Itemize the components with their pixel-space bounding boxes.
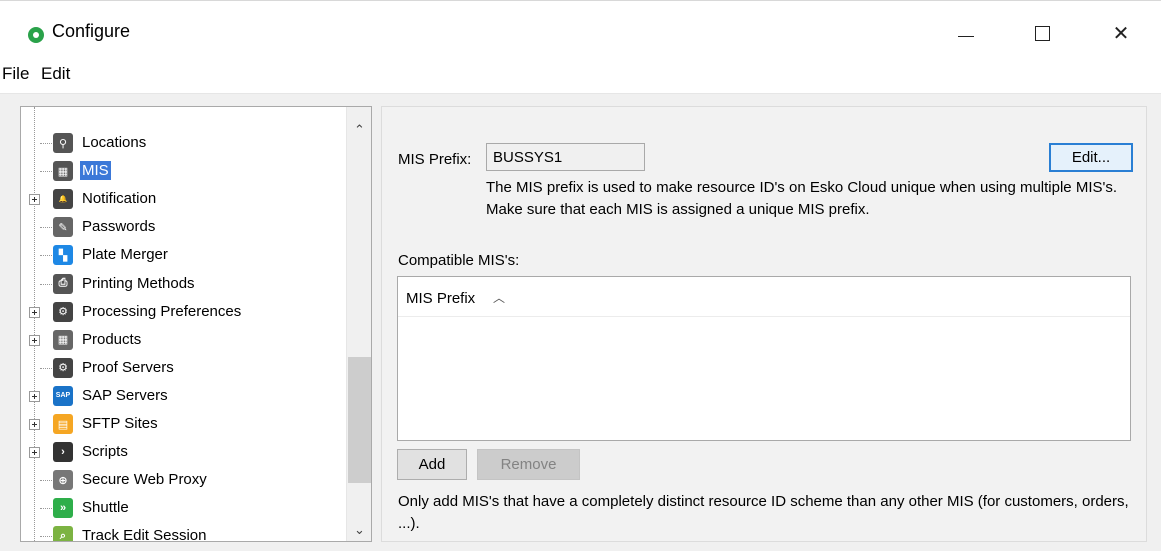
scroll-up-icon[interactable]: ⌃ (347, 117, 371, 143)
tree-connector (40, 171, 52, 173)
tree-item-notification[interactable]: 🔔 Notification (21, 186, 341, 212)
config-tree[interactable]: ⚲ Locations ▦ MIS 🔔 Notification ✎ Passwords ▚ Pl… (20, 106, 372, 542)
tree-item-label: Shuttle (82, 499, 129, 517)
app-icon (28, 27, 44, 43)
expand-icon[interactable] (29, 447, 40, 459)
sap-icon: SAP (53, 385, 73, 406)
tree-item-sap-servers[interactable]: SAP SAP Servers (21, 383, 341, 409)
mis-prefix-label: MIS Prefix: (398, 151, 472, 168)
tree-item-label: Secure Web Proxy (82, 471, 207, 489)
mis-settings-panel: MIS Prefix: Edit... The MIS prefix is us… (381, 106, 1147, 542)
tree-item-processing-preferences[interactable]: ⚙ Processing Preferences (21, 299, 341, 325)
tree-item-secure-web-proxy[interactable]: ⊕ Secure Web Proxy (21, 467, 341, 493)
tree-item-products[interactable]: ▦ Products (21, 327, 341, 353)
tree-item-plate-merger[interactable]: ▚ Plate Merger (21, 242, 341, 268)
tree-connector (40, 367, 52, 369)
tree-item-passwords[interactable]: ✎ Passwords (21, 214, 341, 240)
expand-icon[interactable] (29, 390, 40, 402)
tree-connector (40, 143, 52, 144)
mis-prefix-help-text: The MIS prefix is used to make resource … (486, 179, 1118, 218)
tree-item-locations[interactable]: ⚲ Locations (21, 130, 341, 156)
sort-ascending-icon: ︿ (493, 291, 506, 305)
scroll-thumb[interactable] (348, 357, 371, 483)
add-button[interactable]: Add (397, 449, 467, 480)
expand-icon[interactable] (29, 419, 40, 430)
distinct-scheme-note: Only add MIS's that have a completely di… (398, 493, 1129, 532)
tree-item-label: Processing Preferences (82, 302, 242, 320)
tree-connector (40, 480, 52, 482)
compatible-mis-list[interactable]: MIS Prefix ︿ (397, 276, 1131, 441)
tree-item-sftp-sites[interactable]: ▤ SFTP Sites (21, 411, 341, 437)
content-area: ⚲ Locations ▦ MIS 🔔 Notification ✎ Passwords ▚ Pl… (0, 94, 1161, 551)
tree-item-label: Proof Servers (82, 358, 174, 376)
tree-connector (40, 536, 52, 538)
search-icon: ⌕ (53, 526, 73, 541)
grid-icon: ▦ (53, 329, 73, 350)
bell-icon: 🔔 (53, 189, 73, 210)
scroll-down-icon[interactable]: ⌄ (347, 517, 371, 541)
mis-icon: ▦ (53, 161, 73, 182)
tree-scrollbar[interactable]: ⌃ ⌄ (346, 107, 371, 541)
title-bar: Configure ✕ (0, 0, 1161, 58)
tree-item-mis[interactable]: ▦ MIS (21, 158, 341, 184)
tree-item-label: Passwords (82, 218, 156, 236)
tree-item-printing-methods[interactable]: ⎙ Printing Methods (21, 271, 341, 297)
printer-icon: ⎙ (53, 273, 73, 294)
tree-connector (40, 255, 52, 257)
menu-edit[interactable]: Edit (41, 64, 70, 84)
menu-bar: File Edit (0, 58, 1161, 94)
location-icon: ⚲ (53, 133, 73, 153)
close-icon: ✕ (1112, 22, 1130, 45)
tree-item-label: Track Edit Session (82, 527, 207, 542)
proof-server-icon: ⚙ (53, 357, 73, 378)
menu-file[interactable]: File (2, 64, 29, 84)
tree-item-shuttle[interactable]: » Shuttle (21, 495, 341, 521)
sftp-icon: ▤ (53, 414, 73, 434)
expand-icon[interactable] (29, 306, 40, 318)
maximize-icon (1034, 25, 1050, 41)
tree-item-proof-servers[interactable]: ⚙ Proof Servers (21, 355, 341, 381)
tree-item-label: Plate Merger (82, 246, 168, 264)
tree-connector (40, 283, 52, 285)
column-header-label: MIS Prefix (406, 290, 476, 307)
maximize-button[interactable] (1019, 15, 1065, 51)
tree-item-label: SFTP Sites (82, 415, 158, 432)
tree-item-label: Printing Methods (82, 274, 195, 292)
tree-item-track-edit-session[interactable]: ⌕ Track Edit Session (21, 523, 341, 542)
close-button[interactable]: ✕ (1098, 15, 1144, 51)
script-icon: › (53, 442, 73, 463)
mis-prefix-column-header[interactable]: MIS Prefix ︿ (398, 277, 1130, 317)
key-icon: ✎ (53, 217, 73, 238)
tree-item-label: Scripts (82, 443, 128, 461)
tree-item-label: MIS (80, 161, 111, 181)
expand-icon[interactable] (29, 334, 40, 346)
tree-item-scripts[interactable]: › Scripts (21, 439, 341, 465)
tree-item-label: Locations (82, 134, 147, 151)
tree-item-label: SAP Servers (82, 386, 168, 404)
minimize-icon (958, 35, 974, 37)
gear-icon: ⚙ (53, 301, 73, 322)
mis-prefix-field[interactable] (486, 143, 645, 171)
edit-button[interactable]: Edit... (1049, 143, 1133, 172)
window-title: Configure (52, 21, 131, 41)
plate-merger-icon: ▚ (53, 245, 73, 266)
tree-connector (40, 227, 52, 229)
tree-item-label: Products (82, 330, 142, 348)
shuttle-icon: » (53, 498, 73, 519)
globe-icon: ⊕ (53, 470, 73, 491)
compatible-mis-label: Compatible MIS's: (398, 252, 520, 269)
minimize-button[interactable] (943, 15, 989, 51)
tree-connector (40, 508, 52, 510)
tree-item-label: Notification (82, 190, 157, 208)
remove-button[interactable]: Remove (477, 449, 580, 480)
expand-icon[interactable] (29, 194, 40, 206)
